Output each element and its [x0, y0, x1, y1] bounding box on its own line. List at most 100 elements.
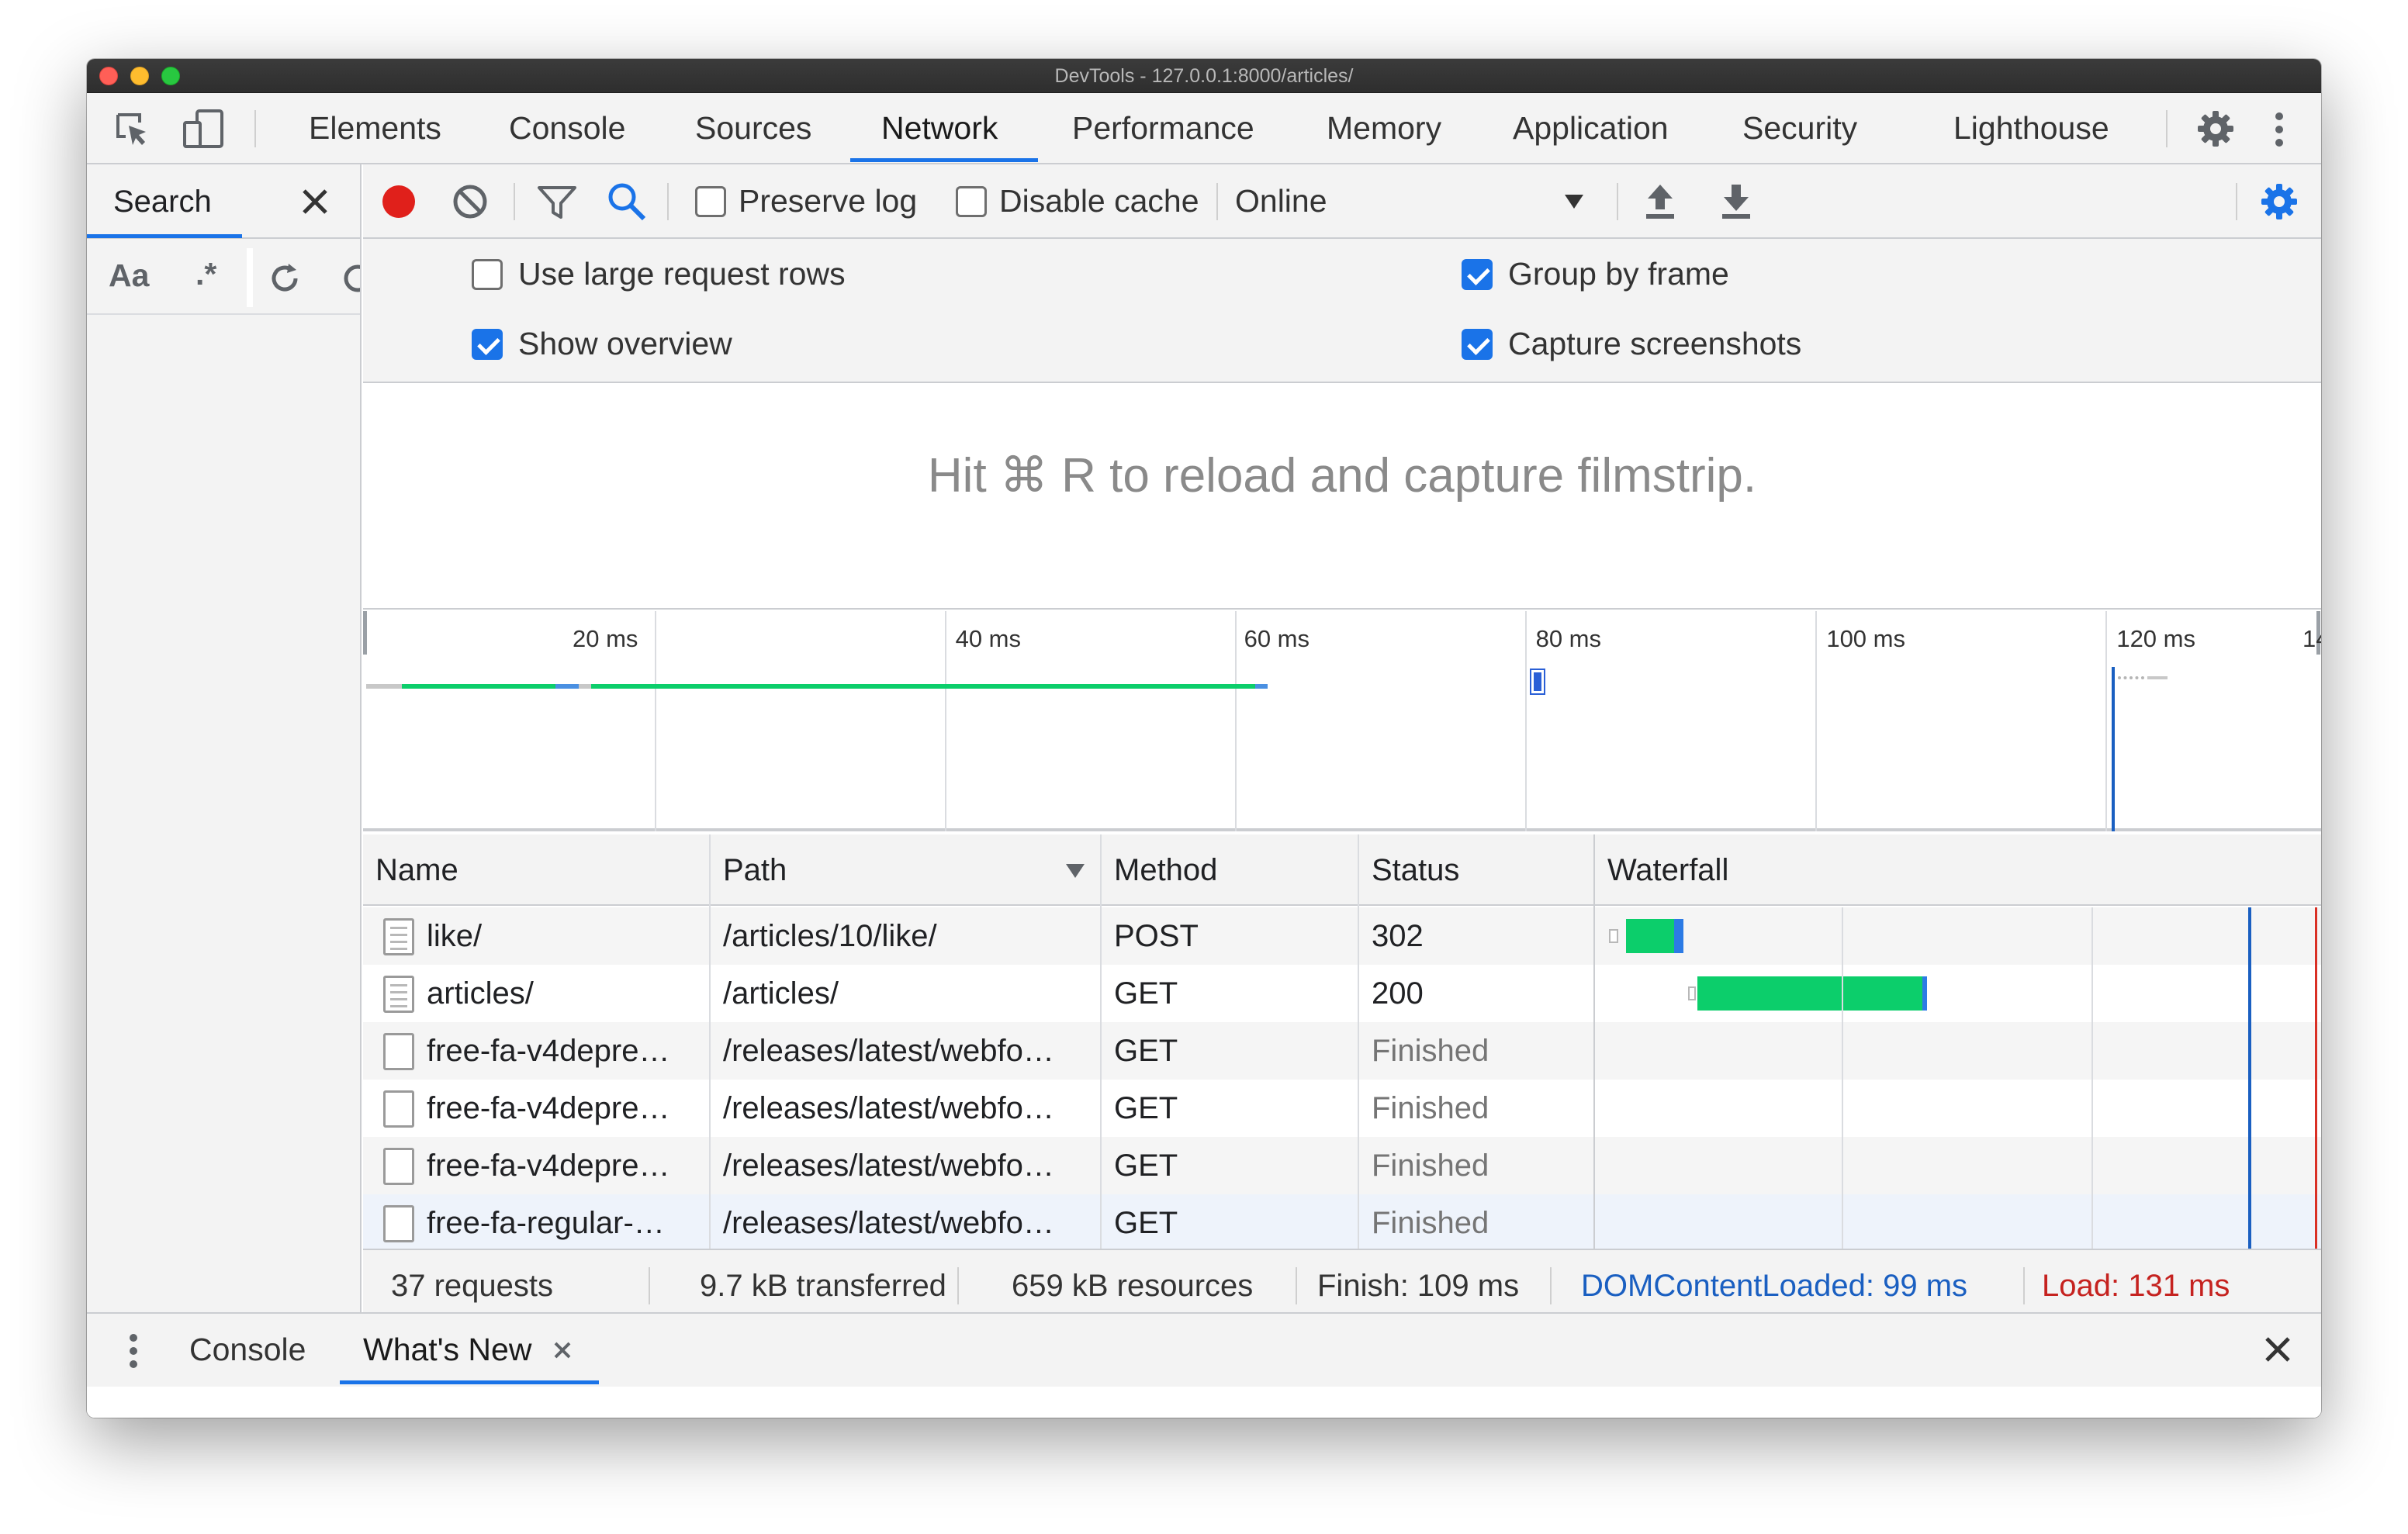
regex-toggle[interactable]: .* — [195, 256, 216, 292]
request-method: POST — [1114, 919, 1199, 953]
throttling-select[interactable]: Online — [1235, 183, 1327, 219]
request-path: /releases/latest/webfo… — [723, 1206, 1054, 1240]
search-icon[interactable] — [607, 181, 647, 222]
request-method: GET — [1114, 1034, 1178, 1068]
settings-gear-icon[interactable] — [2195, 109, 2236, 149]
disable-cache-label: Disable cache — [999, 183, 1199, 219]
search-sidebar: Search Aa .* — [87, 164, 362, 1322]
blank-file-icon — [383, 1148, 414, 1185]
dom-content-loaded-line — [2248, 907, 2251, 1249]
column-header-name[interactable]: Name — [363, 834, 458, 906]
tab-elements[interactable]: Elements — [309, 93, 441, 163]
dom-content-loaded-marker — [2112, 667, 2115, 831]
close-drawer-icon[interactable] — [2262, 1334, 2293, 1365]
filmstrip-message: Hit ⌘ R to reload and capture filmstrip. — [927, 449, 1757, 503]
show-overview-checkbox[interactable] — [472, 329, 503, 360]
drawer-content — [87, 1387, 2321, 1418]
network-settings-pane: Use large request rows Show overview Gro… — [363, 239, 2321, 383]
tab-lighthouse[interactable]: Lighthouse — [1953, 93, 2109, 163]
filter-icon[interactable] — [537, 185, 577, 220]
request-name: articles/ — [427, 976, 534, 1011]
table-row[interactable]: like/ /articles/10/like/ POST 302 — [363, 907, 2321, 965]
request-status: 200 — [1372, 976, 1424, 1011]
table-row[interactable]: free-fa-regular-… /releases/latest/webfo… — [363, 1194, 2321, 1249]
table-row[interactable]: free-fa-v4depre… /releases/latest/webfo…… — [363, 1137, 2321, 1194]
overview-handle-left[interactable] — [363, 611, 367, 655]
tab-memory[interactable]: Memory — [1327, 93, 1441, 163]
overview-bar — [402, 684, 555, 689]
bottom-drawer: Console What's New — [87, 1312, 2321, 1418]
request-method: GET — [1114, 1206, 1178, 1240]
drawer-tab-console[interactable]: Console — [189, 1314, 306, 1385]
request-status: Finished — [1372, 1149, 1489, 1183]
drawer-active-tab-indicator — [340, 1380, 599, 1384]
network-overview[interactable]: 20 ms 40 ms 60 ms 80 ms 100 ms 120 ms 14 — [363, 611, 2321, 831]
waterfall-bar — [1609, 929, 1618, 943]
group-by-frame-label: Group by frame — [1508, 256, 1729, 292]
column-header-waterfall[interactable]: Waterfall — [1595, 834, 1728, 906]
overview-tick-label: 100 ms — [1826, 625, 1905, 652]
device-toolbar-icon[interactable] — [182, 109, 225, 149]
inspect-element-icon[interactable] — [113, 110, 150, 147]
large-rows-checkbox[interactable] — [472, 259, 503, 290]
devtools-window: DevTools - 127.0.0.1:8000/articles/ Elem… — [87, 59, 2321, 1418]
search-options: Aa .* — [87, 240, 360, 315]
request-method: GET — [1114, 1091, 1178, 1125]
tab-search[interactable]: Search — [113, 164, 212, 239]
tab-network[interactable]: Network — [881, 93, 998, 163]
column-header-path[interactable]: Path — [711, 834, 787, 906]
request-name: free-fa-v4depre… — [427, 1034, 670, 1068]
search-tab-indicator — [87, 234, 242, 238]
match-case-toggle[interactable]: Aa — [109, 257, 149, 294]
clear-search-icon[interactable] — [340, 261, 360, 296]
clear-icon[interactable] — [452, 183, 489, 220]
window-title: DevTools - 127.0.0.1:8000/articles/ — [1054, 65, 1354, 87]
waterfall-bar — [1688, 986, 1696, 1000]
waterfall-bar — [1697, 976, 1922, 1011]
network-settings-gear-icon[interactable] — [2259, 181, 2299, 222]
close-tab-icon[interactable] — [552, 1340, 573, 1360]
drawer-tab-whats-new[interactable]: What's New — [363, 1314, 531, 1385]
column-header-status[interactable]: Status — [1359, 834, 1459, 906]
request-name: free-fa-v4depre… — [427, 1149, 670, 1183]
refresh-icon[interactable] — [267, 261, 303, 296]
tab-console[interactable]: Console — [509, 93, 625, 163]
capture-screenshots-checkbox[interactable] — [1462, 329, 1493, 360]
disable-cache-checkbox[interactable] — [956, 186, 987, 217]
overview-tick-label: 40 ms — [955, 625, 1021, 652]
blank-file-icon — [383, 1090, 414, 1128]
request-name: free-fa-regular-… — [427, 1206, 665, 1240]
waterfall-bar — [1626, 919, 1674, 953]
table-row[interactable]: articles/ /articles/ GET 200 — [363, 965, 2321, 1022]
waterfall-bar — [1674, 919, 1683, 953]
tab-application[interactable]: Application — [1513, 93, 1669, 163]
table-row[interactable]: free-fa-v4depre… /releases/latest/webfo…… — [363, 1080, 2321, 1137]
table-row[interactable]: free-fa-v4depre… /releases/latest/webfo…… — [363, 1022, 2321, 1080]
record-icon[interactable] — [380, 183, 417, 220]
requests-table: Name Path Method Status Waterfall like/ … — [363, 834, 2321, 1249]
import-har-icon[interactable] — [1643, 181, 1677, 222]
show-overview-label: Show overview — [518, 326, 732, 361]
overview-bar — [366, 684, 402, 689]
drawer-menu-icon[interactable] — [126, 1332, 141, 1370]
capture-screenshots-label: Capture screenshots — [1508, 326, 1802, 361]
large-rows-label: Use large request rows — [518, 256, 846, 292]
column-header-method[interactable]: Method — [1102, 834, 1217, 906]
tab-security[interactable]: Security — [1742, 93, 1857, 163]
waterfall-bar — [1922, 976, 1927, 1011]
dropdown-arrow-icon[interactable] — [1564, 194, 1584, 209]
tab-performance[interactable]: Performance — [1072, 93, 1254, 163]
active-tab-indicator — [850, 158, 1038, 162]
overview-bar — [1255, 684, 1268, 689]
export-har-icon[interactable] — [1719, 181, 1753, 222]
close-icon[interactable] — [299, 186, 330, 217]
load-event-line — [2315, 907, 2317, 1249]
group-by-frame-checkbox[interactable] — [1462, 259, 1493, 290]
overview-bar — [579, 684, 591, 689]
more-options-icon[interactable] — [2271, 110, 2287, 149]
table-header: Name Path Method Status Waterfall — [363, 834, 2321, 906]
preserve-log-checkbox[interactable] — [695, 186, 726, 217]
overview-bar — [2118, 676, 2144, 679]
tab-sources[interactable]: Sources — [695, 93, 811, 163]
document-icon — [383, 918, 414, 955]
